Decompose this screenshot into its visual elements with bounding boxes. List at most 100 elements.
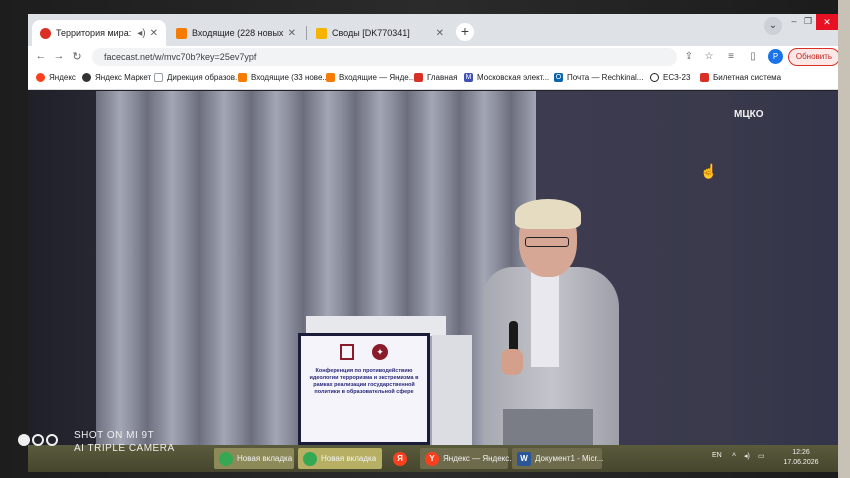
bookmark-item[interactable]: ЕСЗ-23 [650, 73, 690, 82]
chrome-icon [219, 451, 233, 466]
dot-icon [32, 434, 44, 446]
bookmark-item[interactable]: Входящие (33 нове... [238, 73, 329, 82]
bookmark-label: Московская элект... [477, 73, 550, 82]
update-button[interactable]: Обновить [788, 48, 838, 66]
bookmark-item[interactable]: O Почта — Rechkinal... [554, 73, 643, 82]
speaker-trousers [503, 409, 593, 445]
bookmark-item[interactable]: Билетная система [700, 73, 781, 82]
network-icon[interactable]: ▭ [758, 452, 765, 460]
close-window-button[interactable]: ✕ [816, 14, 838, 30]
tab-svody[interactable]: Своды [DK770341] ✕ [308, 20, 452, 46]
hand-cursor-icon: ☝ [700, 163, 718, 179]
background-wall [838, 0, 850, 478]
speaker-icon[interactable]: ◂) [137, 28, 145, 39]
yandex-browser-icon: Y [425, 451, 439, 466]
camera-line2: AI TRIPLE CAMERA [74, 443, 175, 454]
tab-territory[interactable]: Территория мира: совреме ◂) ✕ [32, 20, 166, 46]
dot-icon [18, 434, 30, 446]
language-indicator[interactable]: EN [712, 452, 722, 459]
close-icon[interactable]: ✕ [436, 28, 444, 39]
taskbar-item-chrome[interactable]: Новая вкладка [214, 448, 294, 469]
youtube-icon [40, 27, 51, 39]
speaker-shirt [531, 267, 559, 367]
tab-inbox[interactable]: Входящие (228 новых писем) — ✕ [168, 20, 304, 46]
bookmark-item[interactable]: Входящие — Янде... [326, 73, 415, 82]
restore-icon[interactable]: ❐ [800, 16, 816, 27]
taskbar-item-word[interactable]: W Документ1 - Micr... [512, 448, 604, 469]
speaker-glasses [525, 237, 569, 247]
volume-icon[interactable]: ◂) [744, 452, 750, 460]
bookmark-label: Дирекция образов... [167, 73, 242, 82]
tab-search-button[interactable]: ⌄ [764, 17, 782, 35]
m-icon: M [464, 73, 473, 82]
side-panel-icon[interactable]: ▯ [746, 51, 760, 62]
department-logo-icon [340, 344, 354, 360]
word-icon: W [517, 451, 531, 466]
outlook-icon: O [554, 73, 563, 82]
bookmark-item[interactable]: Яндекс Маркет [82, 73, 151, 82]
bookmark-label: Входящие — Янде... [339, 73, 416, 82]
clock-time: 12:26 [792, 449, 810, 456]
tab-strip: Территория мира: совреме ◂) ✕ Входящие (… [28, 14, 838, 46]
clock-date: 17.06.2026 [783, 459, 819, 466]
bookmark-label: Входящие (33 нове... [251, 73, 330, 82]
sign-logos: ✦ [301, 344, 427, 360]
taskbar-label: Яндекс — Яндекс... [443, 454, 516, 463]
conference-sign: ✦ Конференция по противодействию идеолог… [298, 333, 430, 445]
profile-avatar[interactable]: P [768, 49, 783, 64]
address-bar[interactable]: facecast.net/w/mvc70b?key=25ev7ypf [92, 48, 677, 66]
tab-separator [306, 26, 307, 40]
system-clock[interactable]: 12:26 17.06.2026 [776, 448, 826, 468]
dot-icon [46, 434, 58, 446]
bookmark-label: Билетная система [713, 73, 782, 82]
bookmark-item[interactable]: M Московская элект... [464, 73, 549, 82]
reading-list-icon[interactable]: ≡ [724, 51, 738, 62]
taskbar-item-yandex-browser[interactable]: Y Яндекс — Яндекс... [420, 448, 516, 469]
chrome-icon [303, 451, 317, 466]
bookmark-label: Главная [427, 73, 458, 82]
mail-icon [176, 27, 187, 39]
shield-icon [414, 73, 423, 82]
bookmark-star-icon[interactable]: ☆ [702, 51, 716, 62]
sun-icon [316, 27, 327, 39]
mail-icon [238, 73, 247, 82]
close-icon[interactable]: ✕ [150, 28, 158, 39]
close-icon[interactable]: ✕ [288, 28, 296, 39]
bookmark-item[interactable]: Дирекция образов... [154, 73, 242, 82]
bookmark-item[interactable]: Яндекс [36, 73, 76, 82]
new-tab-button[interactable]: + [456, 23, 474, 41]
bookmark-label: Яндекс Маркет [95, 73, 152, 82]
sign-text: Конференция по противодействию идеологии… [309, 368, 419, 395]
taskbar-item-chrome[interactable]: Новая вкладка [298, 448, 382, 469]
ticket-icon [700, 73, 709, 82]
taskbar-item-yandex[interactable]: Я [388, 448, 416, 469]
yandex-icon: Я [393, 451, 407, 466]
browser-toolbar: ← → ↻ facecast.net/w/mvc70b?key=25ev7ypf… [28, 46, 838, 68]
taskbar-label: Документ1 - Micr... [535, 454, 604, 463]
tray-arrow-icon[interactable]: ˄ [732, 452, 736, 459]
taskbar-label: Новая вкладка [237, 454, 293, 463]
reload-icon[interactable]: ↻ [70, 50, 84, 63]
mail-icon [326, 73, 335, 82]
forward-icon[interactable]: → [52, 50, 66, 62]
market-icon [82, 73, 91, 82]
share-icon[interactable]: ⇪ [682, 51, 696, 62]
yandex-icon [36, 73, 45, 82]
bookmark-label: ЕСЗ-23 [663, 73, 691, 82]
page-icon [154, 73, 163, 82]
camera-line1: SHOT ON MI 9T [74, 430, 155, 441]
back-icon[interactable]: ← [34, 50, 48, 62]
speaker-hand [501, 349, 523, 375]
dove-logo-icon: ✦ [372, 344, 388, 360]
bookmark-item[interactable]: Главная [414, 73, 457, 82]
speaker-figure [481, 199, 621, 445]
broadcast-watermark: МЦКО [734, 109, 764, 120]
taskbar-label: Новая вкладка [321, 454, 377, 463]
tab-title: Своды [DK770341] [332, 28, 410, 38]
lectern-body [432, 335, 472, 445]
speaker-hair [515, 199, 581, 229]
clock-icon [650, 73, 659, 82]
monitor-screen: Территория мира: совреме ◂) ✕ Входящие (… [28, 14, 838, 472]
bookmark-label: Почта — Rechkinal... [567, 73, 644, 82]
video-player[interactable]: МЦКО ☝ ✦ Конференция по противодействию … [28, 91, 838, 445]
